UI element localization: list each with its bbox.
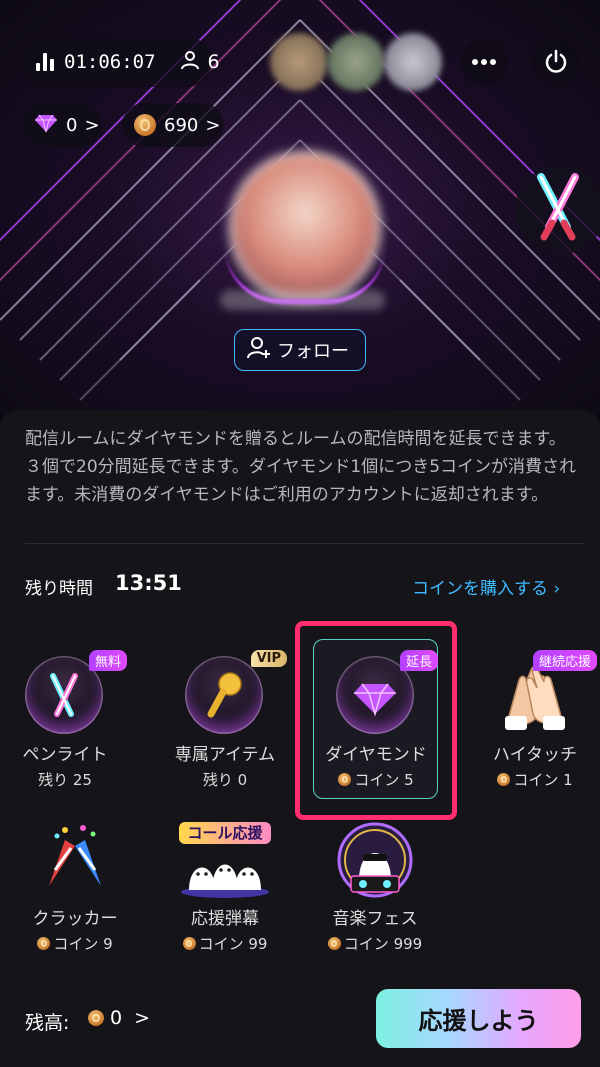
diamond-balance-pill[interactable]: 0 >: [22, 103, 102, 147]
item-name: 音楽フェス: [332, 909, 418, 929]
coin-count: 690: [164, 114, 199, 136]
gift-item-high-touch[interactable]: 継続応援 ハイタッチ コイン 1: [470, 650, 600, 790]
more-options-button[interactable]: [460, 38, 508, 86]
power-icon: [545, 49, 567, 73]
follow-label: フォロー: [277, 341, 349, 362]
balance-value-link[interactable]: 0 >: [88, 1007, 150, 1029]
coin-balance-pill[interactable]: 690 >: [122, 103, 224, 147]
gift-item-cheer-banner[interactable]: コール応援 応援弾幕 コイン 99: [160, 820, 290, 954]
selection-highlight: [295, 621, 457, 820]
microphone-icon: [207, 672, 242, 718]
buy-coins-link[interactable]: コインを購入する ›: [412, 574, 560, 599]
person-icon: [180, 50, 200, 75]
viewer-avatar[interactable]: [384, 33, 442, 91]
coin-icon: [182, 937, 196, 950]
gift-item-music-fes[interactable]: 音楽フェス コイン 999: [310, 820, 440, 954]
divider: [25, 543, 585, 544]
viewer-avatar[interactable]: [270, 33, 328, 91]
add-user-icon: [247, 336, 271, 365]
item-name: クラッカー: [32, 909, 118, 929]
free-badge: 無料: [88, 650, 127, 671]
vip-badge: VIP: [250, 650, 287, 667]
item-name: ハイタッチ: [493, 745, 577, 765]
balance-label: 残高:: [25, 1012, 70, 1034]
chevron-right-icon: >: [84, 114, 100, 136]
diamond-count: 0: [66, 114, 78, 136]
item-price: コイン 1: [513, 771, 573, 789]
penlight-quick-button[interactable]: [515, 165, 600, 255]
item-name: 応援弾幕: [191, 909, 259, 929]
gift-item-cracker[interactable]: クラッカー コイン 9: [10, 820, 140, 954]
penlight-icon: [537, 173, 579, 241]
item-name: ペンライト: [22, 745, 108, 765]
balance-value: 0: [110, 1007, 123, 1029]
coin-icon: [134, 114, 156, 136]
item-remaining: 残り 0: [202, 771, 248, 789]
item-name: 専属アイテム: [174, 745, 276, 765]
remaining-time-label: 残り時間: [25, 579, 93, 599]
coin-icon: [327, 937, 341, 950]
party-popper-icon: [49, 825, 101, 886]
live-time: 01:06:07: [64, 51, 156, 73]
more-icon: [472, 59, 496, 65]
dj-ghost-icon: [337, 822, 413, 898]
live-timer-pill: 01:06:07 6: [22, 37, 220, 87]
chevron-right-icon: >: [205, 114, 221, 136]
viewer-count: 6: [207, 51, 220, 73]
continuous-support-badge: 継続応援: [532, 650, 597, 671]
viewer-avatar[interactable]: [327, 33, 385, 91]
call-cheer-banner: コール応援: [179, 822, 271, 844]
gift-item-penlight[interactable]: 無料 ペンライト 残り 25: [0, 650, 130, 790]
orb-frame: [185, 656, 263, 734]
gift-item-exclusive[interactable]: VIP 専属アイテム 残り 0: [160, 650, 290, 790]
item-price: コイン 999: [343, 935, 423, 953]
coin-icon: [497, 773, 511, 786]
signal-bars-icon: [36, 53, 54, 71]
streamer-name: [220, 290, 385, 310]
remaining-time-value: 13:51: [115, 571, 182, 595]
coin-icon: [88, 1010, 104, 1026]
chevron-right-icon: >: [134, 1007, 151, 1029]
item-price: コイン 9: [53, 935, 113, 953]
item-remaining: 残り 25: [38, 771, 92, 789]
item-price: コイン 99: [198, 935, 268, 953]
coin-icon: [37, 937, 51, 950]
extension-description: 配信ルームにダイヤモンドを贈るとルームの配信時間を延長できます。３個で20分間延…: [25, 429, 577, 505]
power-button[interactable]: [532, 38, 580, 86]
cheer-button[interactable]: 応援しよう: [376, 989, 581, 1048]
diamond-icon: [34, 113, 58, 138]
follow-button[interactable]: フォロー: [234, 329, 366, 371]
